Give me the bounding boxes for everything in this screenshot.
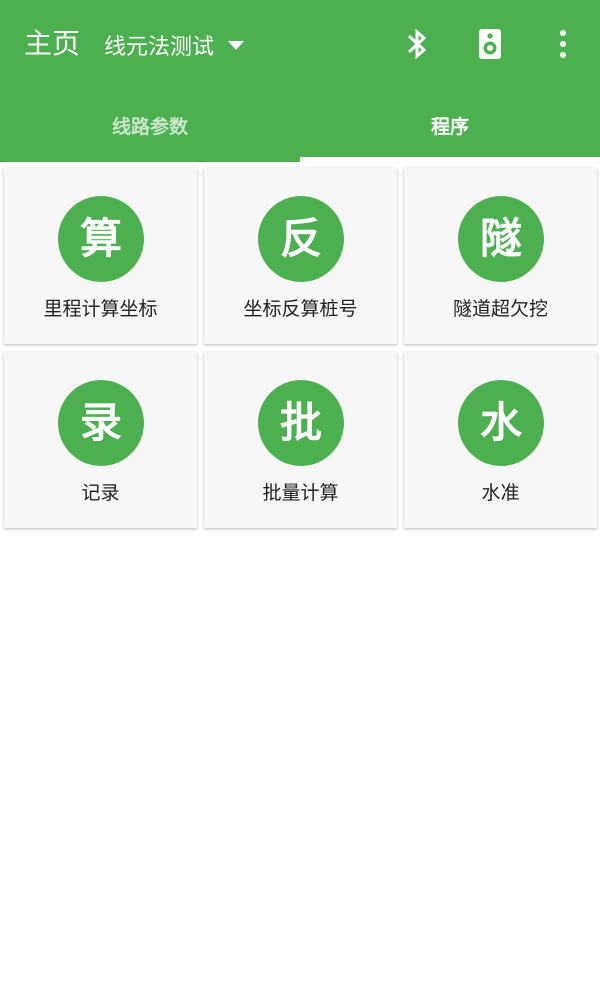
program-card-leveling[interactable]: 水 水准 (404, 352, 597, 528)
program-icon-glyph: 反 (279, 214, 322, 263)
program-icon-glyph: 录 (79, 398, 122, 447)
bluetooth-icon (407, 28, 427, 60)
program-card-records[interactable]: 录 记录 (4, 352, 197, 528)
tab-route-parameters[interactable]: 线路参数 (0, 88, 300, 162)
app-bar: 主页 线元法测试 线路参数 程序 (0, 0, 600, 162)
program-label: 里程计算坐标 (43, 298, 158, 320)
more-options-button[interactable] (543, 24, 583, 64)
toolbar: 主页 线元法测试 (0, 0, 600, 88)
program-icon-circle: 隧 (458, 196, 544, 282)
program-icon-circle: 批 (258, 380, 344, 466)
program-label: 坐标反算桩号 (243, 298, 358, 320)
program-icon-circle: 反 (258, 196, 344, 282)
tab-label: 线路参数 (111, 115, 188, 138)
program-icon-circle: 水 (458, 380, 544, 466)
program-icon-circle: 算 (58, 196, 144, 282)
tab-programs[interactable]: 程序 (300, 88, 600, 162)
tab-label: 程序 (430, 115, 469, 138)
program-icon-glyph: 隧 (479, 214, 522, 263)
program-card-coordinate-to-station[interactable]: 反 坐标反算桩号 (204, 168, 397, 344)
page-title: 主页 (24, 27, 81, 60)
route-selector-value: 线元法测试 (104, 35, 215, 60)
tab-bar: 线路参数 程序 (0, 88, 600, 162)
bluetooth-button[interactable] (397, 24, 437, 64)
program-icon-glyph: 批 (279, 398, 322, 447)
dropdown-arrow-icon (228, 40, 245, 50)
program-icon-circle: 录 (58, 380, 144, 466)
speaker-icon (479, 29, 501, 59)
program-card-mileage-to-coordinate[interactable]: 算 里程计算坐标 (4, 168, 197, 344)
speaker-button[interactable] (470, 24, 510, 64)
program-label: 记录 (81, 482, 120, 504)
program-card-batch-calculation[interactable]: 批 批量计算 (204, 352, 397, 528)
tab-indicator (300, 157, 600, 162)
program-label: 隧道超欠挖 (452, 298, 548, 320)
program-card-tunnel-overbreak[interactable]: 隧 隧道超欠挖 (404, 168, 597, 344)
more-vert-icon (560, 30, 566, 58)
program-icon-glyph: 算 (79, 214, 122, 263)
route-selector-dropdown[interactable]: 线元法测试 (104, 28, 245, 62)
program-label: 批量计算 (262, 482, 339, 504)
program-label: 水准 (481, 482, 520, 504)
program-icon-glyph: 水 (479, 398, 522, 447)
